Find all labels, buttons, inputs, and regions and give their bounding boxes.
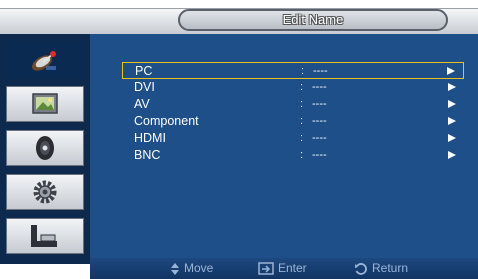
sidebar-item-input[interactable] [6, 42, 84, 78]
updown-arrow-icon [170, 262, 180, 275]
setup-gear-icon [30, 178, 60, 206]
help-enter: Enter [258, 258, 307, 279]
row-label: Component [134, 114, 199, 128]
page-title: Edit Name [282, 12, 344, 27]
row-value: ---- [312, 132, 327, 144]
osd-screen: Edit Name PC: ---- DVI: ---- AV: ----… [0, 0, 478, 279]
help-bar: Move Enter Return [90, 258, 478, 279]
row-separator: : [300, 115, 304, 127]
sound-icon [30, 134, 60, 162]
sidebar-item-picture[interactable] [6, 86, 84, 122]
sidebar-item-sound[interactable] [6, 130, 84, 166]
picture-icon [30, 91, 60, 117]
arrow-right-icon [448, 83, 456, 91]
sidebar-item-multi-screen[interactable] [6, 218, 84, 254]
row-separator: : [300, 132, 304, 144]
row-value: ---- [313, 65, 328, 77]
row-label: PC [135, 64, 153, 78]
help-enter-label: Enter [278, 261, 307, 275]
row-value: ---- [312, 115, 327, 127]
row-separator: : [300, 81, 304, 93]
menu-row-hdmi[interactable]: HDMI : ---- [122, 130, 464, 147]
row-label: HDMI [134, 131, 166, 145]
enter-icon [258, 262, 274, 275]
sidebar [0, 34, 90, 264]
help-return-label: Return [372, 261, 409, 275]
menu-row-component[interactable]: Component : ---- [122, 113, 464, 130]
menu-row-pc[interactable]: PC : ---- [122, 62, 464, 79]
satellite-dish-icon [28, 46, 62, 74]
row-label: AV [134, 97, 150, 111]
arrow-right-icon [448, 151, 456, 159]
row-separator: : [300, 149, 304, 161]
menu-row-dvi[interactable]: DVI : ---- [122, 79, 464, 96]
sidebar-item-setup[interactable] [6, 174, 84, 210]
row-value: ---- [312, 149, 327, 161]
arrow-right-icon [448, 100, 456, 108]
row-label: DVI [134, 80, 155, 94]
return-icon [354, 262, 368, 276]
help-move: Move [170, 258, 213, 279]
row-value: ---- [312, 81, 327, 93]
row-separator: : [301, 65, 305, 77]
arrow-right-icon [447, 67, 455, 75]
menu-row-bnc[interactable]: BNC : ---- [122, 147, 464, 164]
arrow-right-icon [448, 134, 456, 142]
row-value: ---- [312, 98, 327, 110]
arrow-right-icon [448, 117, 456, 125]
multi-screen-icon [28, 221, 62, 251]
row-label: BNC [134, 148, 161, 162]
help-move-label: Move [184, 261, 214, 275]
help-return: Return [354, 258, 408, 279]
menu-row-av[interactable]: AV : ---- [122, 96, 464, 113]
row-separator: : [300, 98, 304, 110]
